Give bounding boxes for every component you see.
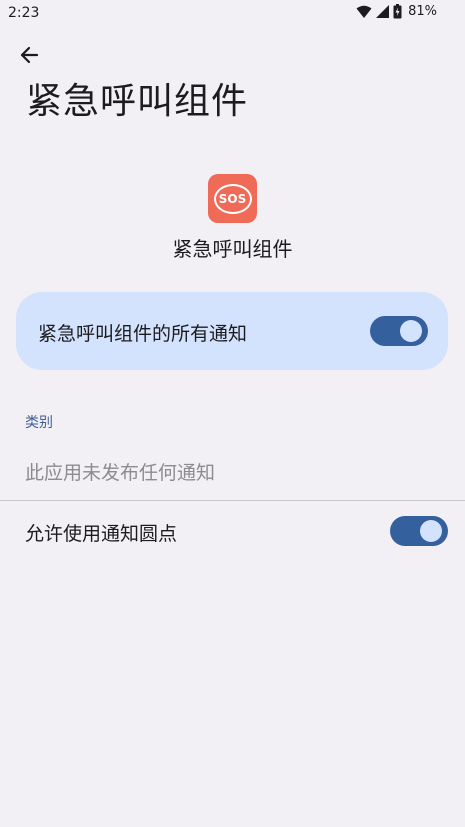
status-time: 2:23 [8,5,40,21]
all-notifications-toggle[interactable] [370,316,428,346]
arrow-back-icon [20,46,39,64]
all-notifications-card[interactable]: 紧急呼叫组件的所有通知 [16,292,448,370]
notification-dot-label: 允许使用通知圆点 [25,523,178,545]
sos-icon: SOS [213,183,252,214]
toggle-knob [400,320,422,342]
app-name: 紧急呼叫组件 [172,237,293,261]
battery-icon [393,4,402,19]
divider [0,500,465,501]
toggle-knob [420,520,442,542]
wifi-icon [356,5,372,18]
app-icon: SOS [208,174,257,223]
status-icons: 81% [356,4,437,19]
category-header: 类别 [25,415,53,431]
battery-percentage: 81% [408,4,437,19]
all-notifications-label: 紧急呼叫组件的所有通知 [38,323,248,345]
status-bar: 2:23 81% [0,0,465,26]
no-notifications-text: 此应用未发布任何通知 [25,462,216,484]
cellular-signal-icon [376,5,390,18]
notification-dot-toggle[interactable] [390,516,448,546]
back-button[interactable] [12,38,46,72]
page-title: 紧急呼叫组件 [26,81,249,122]
